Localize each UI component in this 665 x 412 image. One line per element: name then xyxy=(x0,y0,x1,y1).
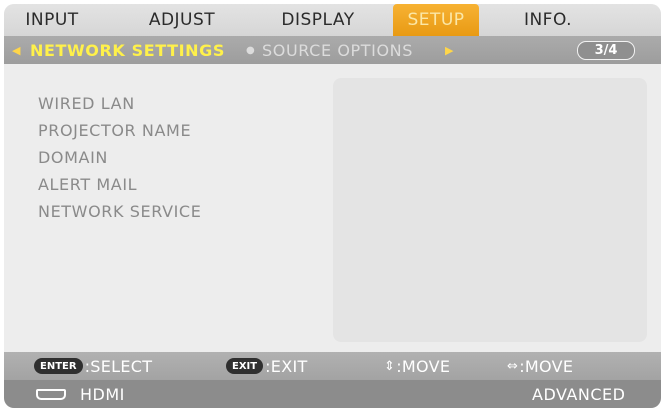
input-source-label: HDMI xyxy=(80,384,125,404)
help-select-label: :SELECT xyxy=(84,356,153,376)
main-tab-bar: INPUT ADJUST DISPLAY SETUP INFO. xyxy=(4,4,661,36)
enter-key-icon: ENTER xyxy=(34,358,83,374)
tab-adjust[interactable]: ADJUST xyxy=(136,4,228,36)
help-exit: EXIT :EXIT xyxy=(226,352,308,380)
left-arrow-icon[interactable]: ◀ xyxy=(12,36,20,64)
page-indicator: 3/4 xyxy=(577,41,635,60)
detail-panel xyxy=(333,78,647,342)
menu-mode-label: ADVANCED xyxy=(532,384,626,404)
menu-item-network-service[interactable]: NETWORK SERVICE xyxy=(38,198,201,225)
left-right-arrow-icon: ⇔ xyxy=(507,358,519,374)
tab-input[interactable]: INPUT xyxy=(14,4,90,36)
exit-key-icon: EXIT xyxy=(226,358,264,374)
tab-info[interactable]: INFO. xyxy=(511,4,585,36)
tab-setup[interactable]: SETUP xyxy=(393,4,479,36)
help-exit-label: :EXIT xyxy=(265,356,308,376)
projector-osd: INPUT ADJUST DISPLAY SETUP INFO. ◀ NETWO… xyxy=(4,4,661,408)
help-select: ENTER :SELECT xyxy=(34,352,152,380)
help-move-vertical-label: :MOVE xyxy=(396,356,451,376)
up-down-arrow-icon: ⇕ xyxy=(384,358,396,374)
menu-item-domain[interactable]: DOMAIN xyxy=(38,144,201,171)
menu-item-projector-name[interactable]: PROJECTOR NAME xyxy=(38,117,201,144)
tab-display[interactable]: DISPLAY xyxy=(266,4,370,36)
subtab-source-options[interactable]: SOURCE OPTIONS xyxy=(262,36,413,64)
separator-dot-icon: ● xyxy=(246,44,255,56)
right-arrow-icon[interactable]: ▶ xyxy=(445,36,453,64)
help-move-horizontal-label: :MOVE xyxy=(519,356,574,376)
menu-item-wired-lan[interactable]: WIRED LAN xyxy=(38,90,201,117)
menu-item-alert-mail[interactable]: ALERT MAIL xyxy=(38,171,201,198)
status-bar: HDMI ADVANCED xyxy=(4,380,661,408)
subtab-network-settings[interactable]: NETWORK SETTINGS xyxy=(30,36,225,64)
hdmi-icon xyxy=(36,389,66,400)
key-help-bar: ENTER :SELECT EXIT :EXIT ⇕ :MOVE ⇔ :MOVE xyxy=(4,352,661,380)
help-move-horizontal: ⇔ :MOVE xyxy=(507,352,573,380)
help-move-vertical: ⇕ :MOVE xyxy=(384,352,450,380)
network-settings-menu: WIRED LAN PROJECTOR NAME DOMAIN ALERT MA… xyxy=(38,90,201,225)
sub-tab-bar: ◀ NETWORK SETTINGS ● SOURCE OPTIONS ▶ 3/… xyxy=(4,36,661,64)
settings-panel: WIRED LAN PROJECTOR NAME DOMAIN ALERT MA… xyxy=(4,64,661,352)
